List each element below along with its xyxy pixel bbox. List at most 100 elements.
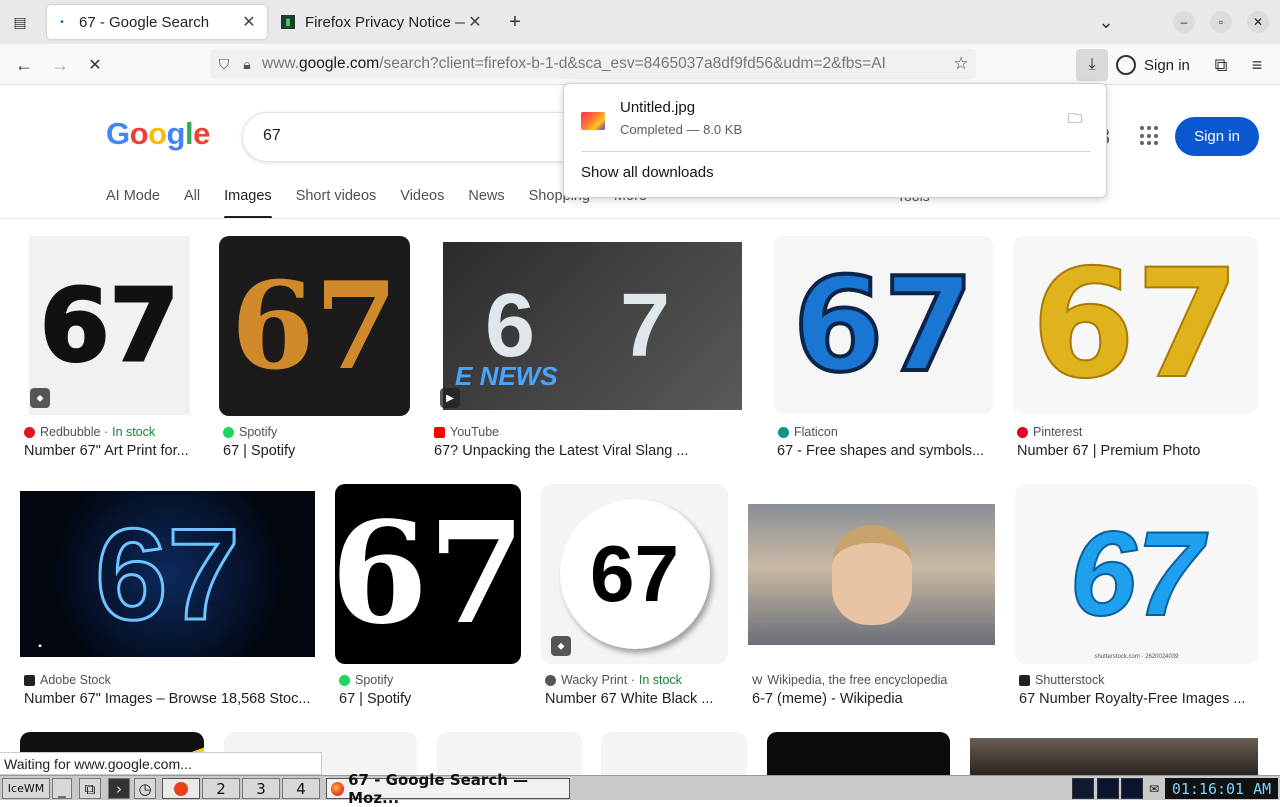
result-caption[interactable]: 67 - Free shapes and symbols... (777, 443, 989, 459)
clock-app-icon[interactable]: ◷ (134, 778, 156, 799)
result-source: Wacky Print · In stock (545, 673, 682, 687)
workspace-4[interactable]: 4 (282, 778, 320, 799)
close-tab-icon[interactable]: ✕ (465, 12, 485, 32)
taskbar-window-firefox[interactable]: 67 - Google Search — Moz... (326, 771, 570, 807)
download-file-name[interactable]: Untitled.jpg (620, 99, 695, 116)
list-all-tabs-icon[interactable]: ⌄ (1091, 7, 1121, 37)
account-signin-button[interactable]: Sign in (1116, 52, 1190, 78)
tag-icon: ⬥ (30, 388, 50, 408)
tracking-protection-icon[interactable]: ⛉ (210, 56, 238, 73)
google-logo[interactable]: Google (106, 116, 210, 152)
lock-icon[interactable]: 🔒︎ (238, 56, 256, 73)
tab-strip: ▤ • 67 - Google Search ✕ ▮ Firefox Priva… (0, 0, 1280, 44)
result-source: Pinterest (1017, 425, 1082, 439)
source-favicon-icon (339, 674, 350, 686)
google-apps-icon[interactable] (1140, 126, 1160, 146)
show-desktop-icon[interactable]: _ (52, 778, 72, 799)
tab-google-search[interactable]: • 67 - Google Search ✕ (47, 5, 267, 39)
result-thumbnail[interactable] (970, 738, 1258, 775)
folder-icon[interactable]: 🗀︎ (1068, 108, 1088, 128)
bookmark-star-icon[interactable]: ☆ (946, 54, 976, 74)
workspace-3[interactable]: 3 (242, 778, 280, 799)
workspace-2[interactable]: 2 (202, 778, 240, 799)
window-list-icon[interactable]: ⧉ (79, 778, 101, 799)
source-favicon-icon (223, 426, 234, 438)
firefox-icon (174, 781, 188, 796)
tab-videos[interactable]: Videos (400, 188, 444, 218)
source-favicon-icon (545, 674, 556, 686)
result-thumbnail[interactable]: 67 (774, 236, 993, 414)
show-all-downloads-button[interactable]: Show all downloads (581, 164, 714, 181)
result-thumbnail[interactable] (601, 732, 747, 775)
result-caption[interactable]: Number 67 White Black ... (545, 691, 725, 707)
forward-icon[interactable]: → (45, 50, 75, 80)
extensions-icon[interactable]: ⧉ (1206, 50, 1236, 80)
start-menu-button[interactable]: IceWM (2, 778, 50, 799)
taskbar-clock[interactable]: 01:16:01 AM (1165, 778, 1278, 799)
mail-icon[interactable]: ✉ (1145, 778, 1163, 799)
result-thumbnail[interactable] (437, 732, 582, 775)
result-caption[interactable]: Number 67" Images – Browse 18,568 Stoc..… (24, 691, 315, 707)
result-thumbnail[interactable]: 67 (1013, 236, 1258, 414)
result-thumbnail[interactable]: 67 (219, 236, 410, 416)
downloads-panel: Untitled.jpg Completed — 8.0 KB 🗀︎ Show … (563, 83, 1107, 198)
source-favicon-icon (1017, 426, 1028, 438)
tab-images[interactable]: Images (224, 188, 272, 219)
result-thumbnail[interactable]: 67 (335, 484, 521, 664)
tab-all[interactable]: All (184, 188, 200, 218)
address-bar[interactable]: ⛉ 🔒︎ www.google.com/search?client=firefo… (210, 49, 976, 79)
round-sticker: 67 (559, 499, 710, 649)
network-monitor-icon (1097, 778, 1119, 799)
downloads-icon[interactable]: ⤓ (1076, 49, 1108, 81)
result-thumbnail[interactable]: 67 (20, 491, 315, 657)
result-caption[interactable]: 67 | Spotify (339, 691, 519, 707)
result-caption[interactable]: 67 Number Royalty-Free Images ... (1019, 691, 1255, 707)
result-thumbnail[interactable] (748, 504, 995, 645)
search-input[interactable] (263, 127, 563, 145)
download-status: Completed — 8.0 KB (620, 122, 743, 137)
result-source: Redbubble · In stock (24, 425, 155, 439)
close-tab-icon[interactable]: ✕ (239, 12, 259, 32)
url-text[interactable]: www.google.com/search?client=firefox-b-1… (262, 55, 946, 73)
image-icon: ▪ (38, 640, 42, 652)
terminal-icon[interactable]: › (108, 778, 130, 799)
result-caption[interactable]: 6-7 (meme) - Wikipedia (752, 691, 992, 707)
tab-privacy-notice[interactable]: ▮ Firefox Privacy Notice — ✕ (273, 5, 493, 39)
account-icon (1116, 55, 1136, 75)
result-thumbnail[interactable]: 6 7 E NEWS (443, 242, 742, 410)
tab-title: 67 - Google Search (79, 13, 210, 31)
tab-news[interactable]: News (468, 188, 504, 218)
menu-icon[interactable]: ≡ (1242, 50, 1272, 80)
result-thumbnail[interactable]: 67 (29, 236, 190, 415)
result-thumbnail[interactable] (767, 732, 950, 775)
tab-short-videos[interactable]: Short videos (296, 188, 377, 218)
stop-loading-icon[interactable]: ✕ (80, 50, 110, 80)
source-favicon-icon (24, 426, 35, 438)
source-favicon-icon (1019, 674, 1030, 686)
memory-monitor-icon (1121, 778, 1143, 799)
wikipedia-icon: W (752, 674, 763, 687)
loading-icon: • (60, 16, 64, 28)
source-favicon-icon (434, 426, 445, 438)
tab-ai-mode[interactable]: AI Mode (106, 188, 160, 218)
result-caption[interactable]: Number 67" Art Print for... (24, 443, 196, 459)
tab-list-icon[interactable]: ▤ (6, 8, 34, 36)
header-divider (0, 218, 1280, 219)
result-source: YouTube (434, 425, 499, 439)
result-caption[interactable]: 67 | Spotify (223, 443, 413, 459)
new-tab-icon[interactable]: + (503, 10, 527, 34)
tag-icon: ⬥ (551, 636, 571, 656)
maximize-icon[interactable]: ▫ (1210, 11, 1232, 33)
minimize-icon[interactable]: – (1173, 11, 1195, 33)
nav-toolbar: ← → ✕ ⛉ 🔒︎ www.google.com/search?client=… (0, 44, 1280, 85)
result-thumbnail[interactable]: 67 shutterstock.com · 2620024039 (1015, 484, 1258, 664)
google-signin-button[interactable]: Sign in (1175, 117, 1259, 156)
browser-status-bar: Waiting for www.google.com... (0, 752, 322, 775)
close-window-icon[interactable]: ✕ (1247, 11, 1269, 33)
result-caption[interactable]: 67? Unpacking the Latest Viral Slang ... (434, 443, 734, 459)
workspace-1[interactable] (162, 778, 200, 799)
result-caption[interactable]: Number 67 | Premium Photo (1017, 443, 1257, 459)
result-source: Flaticon (778, 425, 838, 439)
result-source: W Wikipedia, the free encyclopedia (752, 673, 948, 687)
back-icon[interactable]: ← (9, 50, 39, 80)
